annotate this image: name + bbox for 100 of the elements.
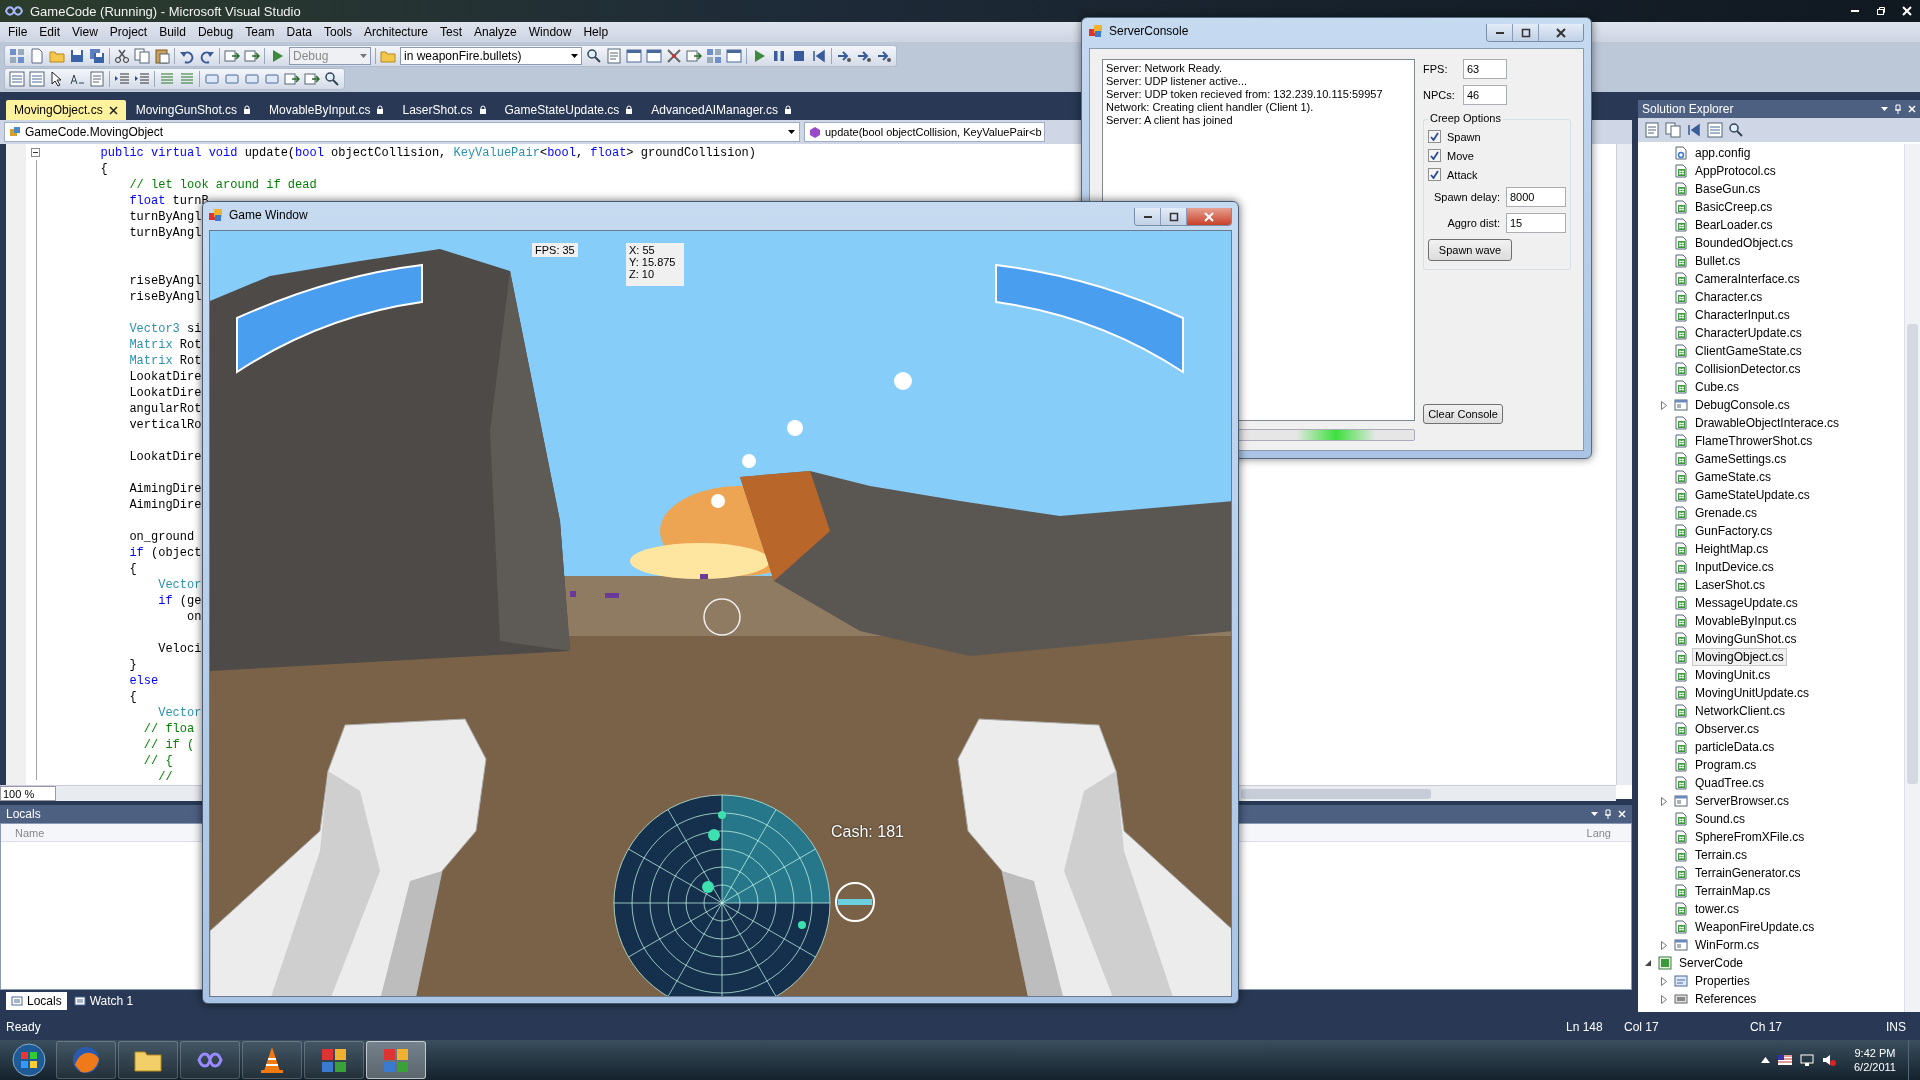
- tree-item[interactable]: Program.cs: [1692, 756, 1760, 774]
- list-icon[interactable]: [1707, 122, 1723, 138]
- tree-item[interactable]: Cube.cs: [1692, 378, 1743, 396]
- minimize-button[interactable]: [1487, 24, 1513, 41]
- document-tab[interactable]: LaserShot.cs: [394, 100, 495, 120]
- tree-item[interactable]: MovingObject.cs: [1692, 648, 1787, 666]
- navigate-icon[interactable]: [224, 47, 240, 64]
- vertical-scrollbar[interactable]: [1904, 144, 1920, 1012]
- save-all-icon[interactable]: [89, 47, 105, 64]
- dropdown-arrow-icon[interactable]: [1881, 107, 1888, 111]
- find-icon[interactable]: [586, 47, 602, 64]
- find-icon[interactable]: [324, 70, 340, 87]
- menu-item[interactable]: Data: [280, 25, 318, 39]
- input-field[interactable]: 15: [1506, 213, 1566, 233]
- tree-item[interactable]: ClientGameState.cs: [1692, 342, 1805, 360]
- collapsed-arrow-icon[interactable]: [1661, 796, 1667, 806]
- panel-tab[interactable]: Locals: [6, 992, 67, 1010]
- collapsed-arrow-icon[interactable]: [1661, 400, 1667, 410]
- tree-item[interactable]: Sound.cs: [1692, 810, 1749, 828]
- tree-item[interactable]: CollisionDetector.cs: [1692, 360, 1804, 378]
- tree-item[interactable]: HeightMap.cs: [1692, 540, 1772, 558]
- speaker-icon[interactable]: [1822, 1054, 1836, 1066]
- checkbox[interactable]: [1428, 168, 1441, 181]
- document-tab[interactable]: AdvancedAIManager.cs: [643, 100, 800, 120]
- document-tab[interactable]: GameStateUpdate.cs: [496, 100, 642, 120]
- document-icon[interactable]: [29, 47, 45, 64]
- tree-item[interactable]: QuadTree.cs: [1692, 774, 1767, 792]
- taskbar-button[interactable]: [304, 1041, 364, 1079]
- menu-item[interactable]: Project: [103, 25, 154, 39]
- menu-item[interactable]: Build: [153, 25, 192, 39]
- menu-item[interactable]: Edit: [33, 25, 67, 39]
- pin-icon[interactable]: [1894, 104, 1902, 114]
- taskbar-button[interactable]: [56, 1041, 116, 1079]
- tree-item[interactable]: Bullet.cs: [1692, 252, 1744, 270]
- restart-icon[interactable]: [1686, 122, 1702, 138]
- tree-item[interactable]: MovingUnit.cs: [1692, 666, 1774, 684]
- tree-item[interactable]: Properties: [1692, 972, 1753, 990]
- tree-item[interactable]: DebugConsole.cs: [1692, 396, 1793, 414]
- maximize-button[interactable]: [1161, 208, 1187, 225]
- save-icon[interactable]: [69, 47, 85, 64]
- document-tab[interactable]: MovingGunShot.cs: [127, 100, 260, 120]
- tree-item[interactable]: References: [1692, 990, 1760, 1008]
- tree-item[interactable]: DrawableObjectInterace.cs: [1692, 414, 1843, 432]
- copy-icon[interactable]: [1665, 122, 1681, 138]
- member-dropdown[interactable]: update(bool objectCollision, KeyValuePair<b: [804, 122, 1045, 142]
- input-field[interactable]: 8000: [1506, 187, 1566, 207]
- checkbox[interactable]: [1428, 149, 1441, 162]
- tree-item[interactable]: MovingGunShot.cs: [1692, 630, 1800, 648]
- tree-item[interactable]: TerrainGenerator.cs: [1692, 864, 1804, 882]
- close-button[interactable]: [1539, 24, 1583, 41]
- document-tab[interactable]: MovableByInput.cs: [261, 100, 393, 120]
- clear-console-button[interactable]: Clear Console: [1423, 404, 1503, 424]
- type-dropdown[interactable]: GameCode.MovingObject: [4, 122, 800, 142]
- tree-item[interactable]: BoundedObject.cs: [1692, 234, 1797, 252]
- restart-icon[interactable]: [811, 47, 827, 64]
- horizontal-scrollbar[interactable]: [1241, 788, 1431, 799]
- document-tab[interactable]: MovingObject.cs: [6, 100, 126, 120]
- tree-item[interactable]: tower.cs: [1692, 900, 1742, 918]
- window-icon[interactable]: [646, 47, 662, 64]
- minimize-button[interactable]: [1135, 208, 1161, 225]
- tree-item[interactable]: GameState.cs: [1692, 468, 1775, 486]
- tree-item[interactable]: ServerCode: [1676, 954, 1747, 972]
- tree-item[interactable]: SphereFromXFile.cs: [1692, 828, 1808, 846]
- menu-item[interactable]: View: [66, 25, 104, 39]
- tree-item[interactable]: CharacterUpdate.cs: [1692, 324, 1805, 342]
- tree-item[interactable]: GameSettings.cs: [1692, 450, 1790, 468]
- copy-icon[interactable]: [134, 47, 150, 64]
- collapse-icon[interactable]: [31, 148, 40, 157]
- window-icon[interactable]: [626, 47, 642, 64]
- tree-item[interactable]: CharacterInput.cs: [1692, 306, 1793, 324]
- tree-item[interactable]: MovableByInput.cs: [1692, 612, 1800, 630]
- grid-icon[interactable]: [706, 47, 722, 64]
- tree-item[interactable]: FlameThrowerShot.cs: [1692, 432, 1816, 450]
- tree-item[interactable]: app.config: [1692, 144, 1754, 162]
- taskbar-button[interactable]: [242, 1041, 302, 1079]
- menu-item[interactable]: Architecture: [357, 25, 434, 39]
- tree-item[interactable]: InputDevice.cs: [1692, 558, 1777, 576]
- indent-icon[interactable]: [114, 70, 130, 87]
- tree-item[interactable]: ServerBrowser.cs: [1692, 792, 1793, 810]
- input-field[interactable]: 63: [1463, 59, 1507, 79]
- tree-item[interactable]: TerrainMap.cs: [1692, 882, 1774, 900]
- window-icon[interactable]: [726, 47, 742, 64]
- panel-tab[interactable]: Watch 1: [68, 992, 139, 1010]
- flag-icon[interactable]: [1778, 1055, 1792, 1065]
- scissors-icon[interactable]: [114, 47, 130, 64]
- tree-item[interactable]: particleData.cs: [1692, 738, 1778, 756]
- expanded-arrow-icon[interactable]: [1644, 959, 1652, 967]
- close-icon[interactable]: [108, 105, 118, 115]
- navigate-icon[interactable]: [304, 70, 320, 87]
- menu-item[interactable]: Team: [239, 25, 281, 39]
- find-dropdown[interactable]: in weaponFire.bullets): [400, 46, 582, 65]
- properties-icon[interactable]: [1644, 122, 1660, 138]
- tree-item[interactable]: BasicCreep.cs: [1692, 198, 1776, 216]
- tree-item[interactable]: LaserShot.cs: [1692, 576, 1769, 594]
- menu-item[interactable]: Test: [434, 25, 468, 39]
- tree-item[interactable]: Observer.cs: [1692, 720, 1763, 738]
- navigate-icon[interactable]: [244, 47, 260, 64]
- input-field[interactable]: 46: [1463, 85, 1507, 105]
- tree-item[interactable]: Terrain.cs: [1692, 846, 1750, 864]
- taskbar-button[interactable]: [118, 1041, 178, 1079]
